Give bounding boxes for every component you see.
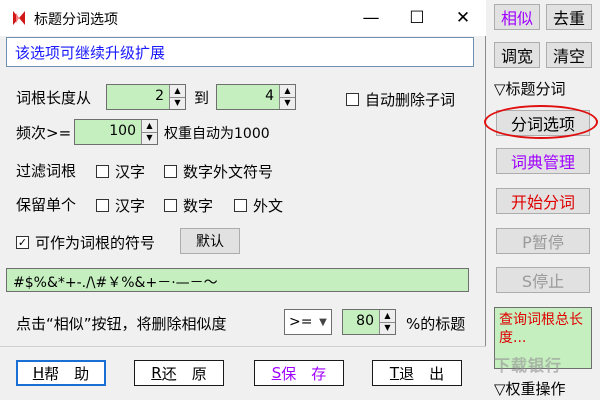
filter-hanzi-label: 汉字	[115, 163, 146, 181]
title-bar[interactable]: 标题分词选项 — ☐ ✕	[0, 0, 486, 36]
filter-digits-foreign-symbols-label: 数字外文符号	[183, 163, 274, 181]
filter-digits-foreign-symbols-checkbox[interactable]: 数字外文符号	[164, 161, 273, 182]
exit-button-key: T	[389, 364, 400, 382]
checkbox-box[interactable]	[164, 165, 177, 178]
weight-note: 权重自动为1000	[164, 126, 270, 142]
symbols-as-root-checkbox[interactable]: ✓ 可作为词根的符号	[16, 232, 155, 253]
filter-label: 过滤词根	[16, 162, 77, 180]
save-button-label: 保 存	[281, 364, 327, 383]
similarity-suffix: %的标题	[406, 315, 466, 333]
restore-button[interactable]: R还 原	[134, 360, 224, 386]
root-length-label: 词根长度从	[16, 89, 92, 107]
spin-down-icon[interactable]: ▼	[380, 321, 395, 334]
checkbox-box[interactable]	[164, 199, 177, 212]
root-length-from-stepper[interactable]: 2 ▲ ▼	[106, 84, 186, 110]
root-length-to-value[interactable]: 4	[217, 85, 279, 109]
minimize-button[interactable]: —	[348, 0, 394, 36]
section-title-segmentation[interactable]: ▽标题分词	[494, 78, 566, 99]
chevron-down-icon: ▼	[319, 316, 327, 328]
checkbox-box[interactable]	[96, 199, 109, 212]
root-length-from-value[interactable]: 2	[107, 85, 169, 109]
spin-down-icon[interactable]: ▼	[280, 96, 295, 109]
checkbox-box[interactable]	[96, 165, 109, 178]
spin-up-icon[interactable]: ▲	[280, 85, 295, 97]
checkbox-box[interactable]	[234, 199, 247, 212]
filter-hanzi-checkbox[interactable]: 汉字	[96, 161, 145, 182]
dictionary-manage-button[interactable]: 词典管理	[496, 148, 590, 174]
similarity-operator-value: >=	[289, 314, 313, 330]
symbols-input[interactable]: #$%&*+-./\#￥%&+－·—－～	[6, 268, 469, 292]
spin-down-icon[interactable]: ▼	[170, 96, 185, 109]
help-button-key: H	[32, 364, 45, 382]
similarity-value-stepper[interactable]: 80 ▲ ▼	[342, 309, 396, 335]
root-length-to-stepper[interactable]: 4 ▲ ▼	[216, 84, 296, 110]
highlight-ring	[484, 105, 598, 139]
exit-button-label: 退 出	[399, 364, 445, 383]
watermark: 下载银行	[494, 356, 563, 375]
keep-single-foreign-label: 外文	[253, 197, 284, 215]
minimize-icon: —	[362, 8, 380, 28]
pause-button[interactable]: P暂停	[496, 228, 590, 254]
maximize-icon: ☐	[409, 8, 425, 28]
close-button[interactable]: ✕	[440, 0, 486, 36]
maximize-button[interactable]: ☐	[394, 0, 440, 36]
widen-button[interactable]: 调宽	[494, 42, 540, 68]
similarity-instruction: 点击“相似”按钮，将删除相似度	[16, 315, 227, 333]
frequency-label: 频次>=	[16, 124, 72, 142]
default-symbols-button[interactable]: 默认	[180, 228, 240, 254]
start-segmentation-button[interactable]: 开始分词	[496, 188, 590, 214]
keep-single-digits-label: 数字	[183, 197, 214, 215]
spin-up-icon[interactable]: ▲	[142, 120, 157, 132]
keep-single-hanzi-label: 汉字	[115, 197, 146, 215]
checkbox-box[interactable]	[346, 93, 359, 106]
help-button[interactable]: H帮 助	[16, 360, 106, 386]
keep-single-label: 保留单个	[16, 196, 77, 214]
dedupe-button[interactable]: 去重	[546, 4, 592, 30]
auto-delete-subword-label: 自动删除子词	[365, 91, 456, 109]
stop-button[interactable]: S停止	[496, 267, 590, 293]
window-title: 标题分词选项	[34, 12, 118, 28]
help-button-label: 帮 助	[44, 364, 90, 383]
auto-delete-subword-checkbox[interactable]: 自动删除子词	[346, 89, 455, 110]
restore-button-label: 还 原	[161, 364, 207, 383]
frequency-value[interactable]: 100	[75, 120, 141, 144]
similar-button[interactable]: 相似	[494, 4, 540, 30]
root-length-to-label: 到	[194, 89, 210, 107]
symbols-as-root-label: 可作为词根的符号	[35, 234, 156, 252]
spin-up-icon[interactable]: ▲	[380, 310, 395, 322]
close-icon: ✕	[455, 8, 471, 28]
frequency-stepper[interactable]: 100 ▲ ▼	[74, 119, 158, 145]
restore-button-key: R	[151, 364, 162, 382]
app-logo-icon	[13, 11, 25, 25]
save-button-key: S	[271, 364, 282, 382]
spin-up-icon[interactable]: ▲	[170, 85, 185, 97]
clear-button[interactable]: 清空	[546, 42, 592, 68]
keep-single-digits-checkbox[interactable]: 数字	[164, 195, 213, 216]
checkmark-icon[interactable]: ✓	[16, 236, 29, 249]
similarity-value[interactable]: 80	[343, 310, 379, 334]
save-button[interactable]: S保 存	[254, 360, 344, 386]
spin-down-icon[interactable]: ▼	[142, 131, 157, 144]
keep-single-hanzi-checkbox[interactable]: 汉字	[96, 195, 145, 216]
options-dialog: 标题分词选项 — ☐ ✕ 该选项可继续升级扩展 词根长度从 2 ▲ ▼ 到 4 ▲…	[0, 0, 486, 400]
exit-button[interactable]: T退 出	[372, 360, 462, 386]
similarity-operator-select[interactable]: >= ▼	[284, 309, 332, 335]
keep-single-foreign-checkbox[interactable]: 外文	[234, 195, 283, 216]
section-title-weight-ops[interactable]: ▽权重操作	[494, 378, 566, 399]
info-banner: 该选项可继续升级扩展	[6, 37, 474, 67]
